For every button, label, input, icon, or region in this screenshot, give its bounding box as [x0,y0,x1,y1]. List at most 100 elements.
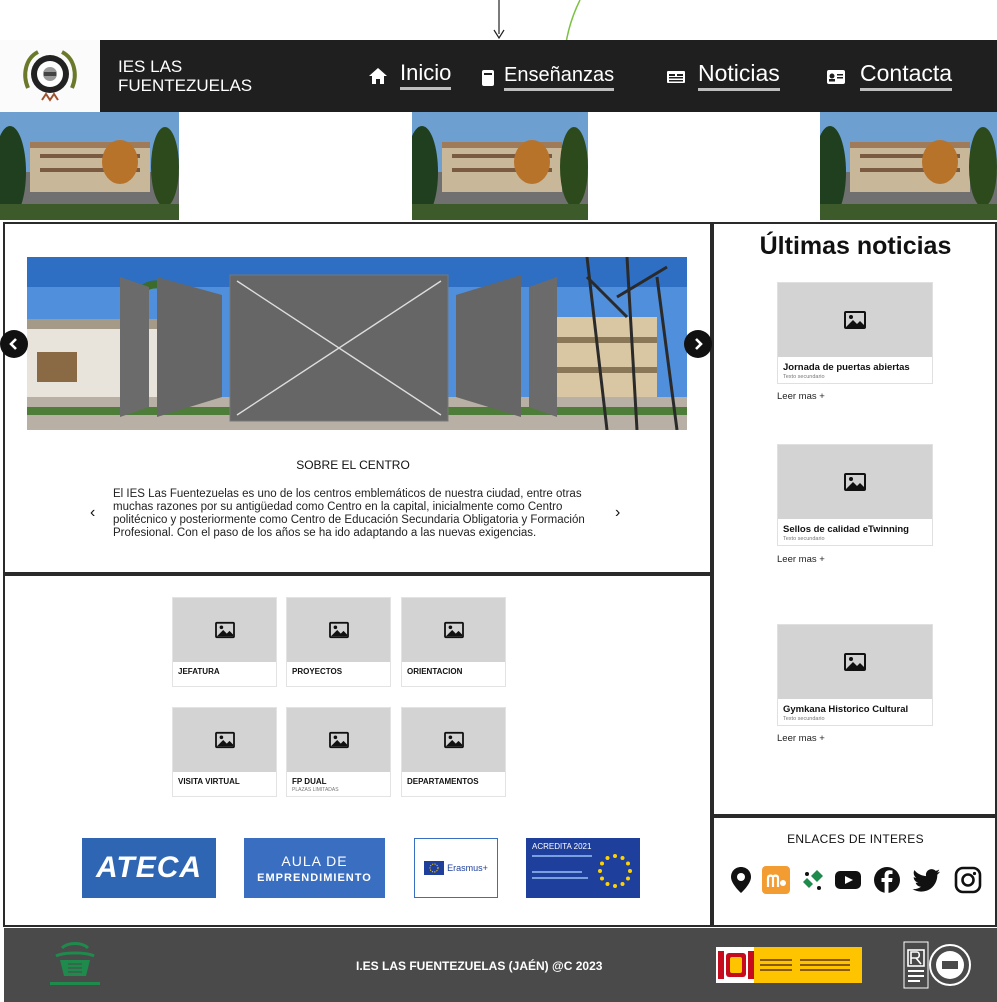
junta-andalucia-logo[interactable] [42,938,108,992]
read-more-link[interactable]: Leer mas + [777,391,825,402]
tile-subtitle: PLAZAS LIMITADAS [292,787,339,793]
contact-card-icon [826,67,846,87]
about-next-button[interactable]: › [615,504,620,522]
about-title: SOBRE EL CENTRO [296,458,410,472]
tile-title: VISITA VIRTUAL [178,777,240,786]
aula-line2: EMPRENDIMIENTO [257,871,372,884]
news-card-title: Gymkana Historico Cultural [783,704,909,715]
banner-photo-2 [412,112,588,220]
tile-proyectos[interactable]: PROYECTOS [286,597,391,687]
site-name-line1: IES LAS [118,57,183,76]
eu-flag-icon [424,861,445,875]
image-placeholder [173,598,276,662]
image-placeholder [287,708,390,772]
tile-visita-virtual[interactable]: VISITA VIRTUAL [172,707,277,797]
twitter-icon[interactable] [912,866,940,894]
tile-title: DEPARTAMENTOS [407,777,479,786]
ministerio-text-lines [760,956,792,974]
map-pin-icon[interactable] [727,866,755,894]
youtube-icon[interactable] [834,866,862,894]
eu-stars-icon [598,854,632,888]
acredita-line [532,877,588,879]
home-icon [368,66,388,86]
tile-title: FP DUAL [292,777,327,786]
image-icon [844,311,866,329]
acredita-title: ACREDITA 2021 [532,842,592,851]
tile-title: PROYECTOS [292,667,343,676]
about-prev-button[interactable]: ‹ [90,504,95,522]
ateca-logo[interactable]: ATECA [82,838,216,898]
about-text: El IES Las Fuentezuelas es uno de los ce… [113,488,585,539]
aenor-iqnet-certification[interactable] [902,940,972,990]
site-name: IES LAS FUENTEZUELAS [118,57,252,95]
footer-copyright: I.ES LAS FUENTEZUELAS (JAÉN) @C 2023 [356,959,603,973]
news-card-title: Sellos de calidad eTwinning [783,524,909,535]
chevron-left-icon [9,338,17,350]
carousel-next-button[interactable] [684,330,712,358]
newspaper-icon [666,67,686,87]
aula-line1: AULA DE [281,852,348,869]
erasmus-logo[interactable]: Erasmus+ [414,838,498,898]
carousel-slides [120,274,557,422]
image-placeholder [402,708,505,772]
tile-orientacion[interactable]: ORIENTACION [401,597,506,687]
news-card[interactable]: Sellos de calidad eTwinning Texto secund… [777,444,933,546]
news-card[interactable]: Jornada de puertas abiertas Texto secund… [777,282,933,384]
news-card[interactable]: Gymkana Historico Cultural Texto secunda… [777,624,933,726]
school-logo[interactable] [0,40,100,112]
image-icon [443,731,464,749]
image-placeholder [778,625,932,699]
news-card-subtitle: Texto secundario [783,374,825,380]
image-placeholder [778,445,932,519]
read-more-link[interactable]: Leer mas + [777,733,825,744]
site-footer: I.ES LAS FUENTEZUELAS (JAÉN) @C 2023 [4,928,997,1002]
image-placeholder [402,598,505,662]
image-icon [214,731,235,749]
news-title: Últimas noticias [759,232,952,260]
carousel [27,257,687,430]
acredita-line [532,855,592,857]
acredita-logo[interactable]: ACREDITA 2021 [526,838,640,898]
aula-emprendimiento-logo[interactable]: AULA DE EMPRENDIMIENTO [244,838,385,898]
nav-inicio[interactable]: Inicio [368,62,452,90]
banner-photo-3 [820,112,997,220]
carousel-prev-button[interactable] [0,330,28,358]
nav-ensenanzas[interactable]: Enseñanzas [478,65,615,91]
certification-badge-icon [903,941,971,989]
read-more-link[interactable]: Leer mas + [777,554,825,565]
school-emblem-icon [23,50,77,102]
image-icon [844,473,866,491]
image-icon [328,731,349,749]
junta-andalucia-emblem-icon [50,942,100,985]
instagram-icon[interactable] [954,866,982,894]
moodle-icon[interactable] [762,866,790,894]
news-card-title: Jornada de puertas abiertas [783,362,910,373]
nav-noticias[interactable]: Noticias [666,62,780,91]
ministerio-educacion-logo[interactable] [716,947,862,983]
image-placeholder [778,283,932,357]
ministerio-text-lines-2 [800,956,850,974]
top-header: IES LAS FUENTEZUELAS Inicio Enseñanzas N… [0,40,997,112]
facebook-icon[interactable] [873,866,901,894]
ateca-text: ATECA [95,851,203,884]
nav-contacta-label: Contacta [860,62,953,91]
banner-photo-1 [0,112,179,220]
page: IES LAS FUENTEZUELAS Inicio Enseñanzas N… [0,0,997,1002]
classroom-icon[interactable] [799,866,827,894]
image-placeholder [173,708,276,772]
nav-inicio-label: Inicio [400,62,452,90]
links-title: ENLACES DE INTERES [787,832,924,846]
ministerio-band [754,947,862,983]
tile-title: JEFATURA [178,667,220,676]
book-icon [478,68,498,88]
nav-noticias-label: Noticias [698,62,780,91]
acredita-line [532,871,582,873]
image-placeholder [287,598,390,662]
tile-departamentos[interactable]: DEPARTAMENTOS [401,707,506,797]
tile-jefatura[interactable]: JEFATURA [172,597,277,687]
tile-fp-dual[interactable]: FP DUAL PLAZAS LIMITADAS [286,707,391,797]
image-icon [844,653,866,671]
image-icon [328,621,349,639]
nav-contacta[interactable]: Contacta [826,62,953,91]
nav-ensenanzas-label: Enseñanzas [504,65,615,91]
